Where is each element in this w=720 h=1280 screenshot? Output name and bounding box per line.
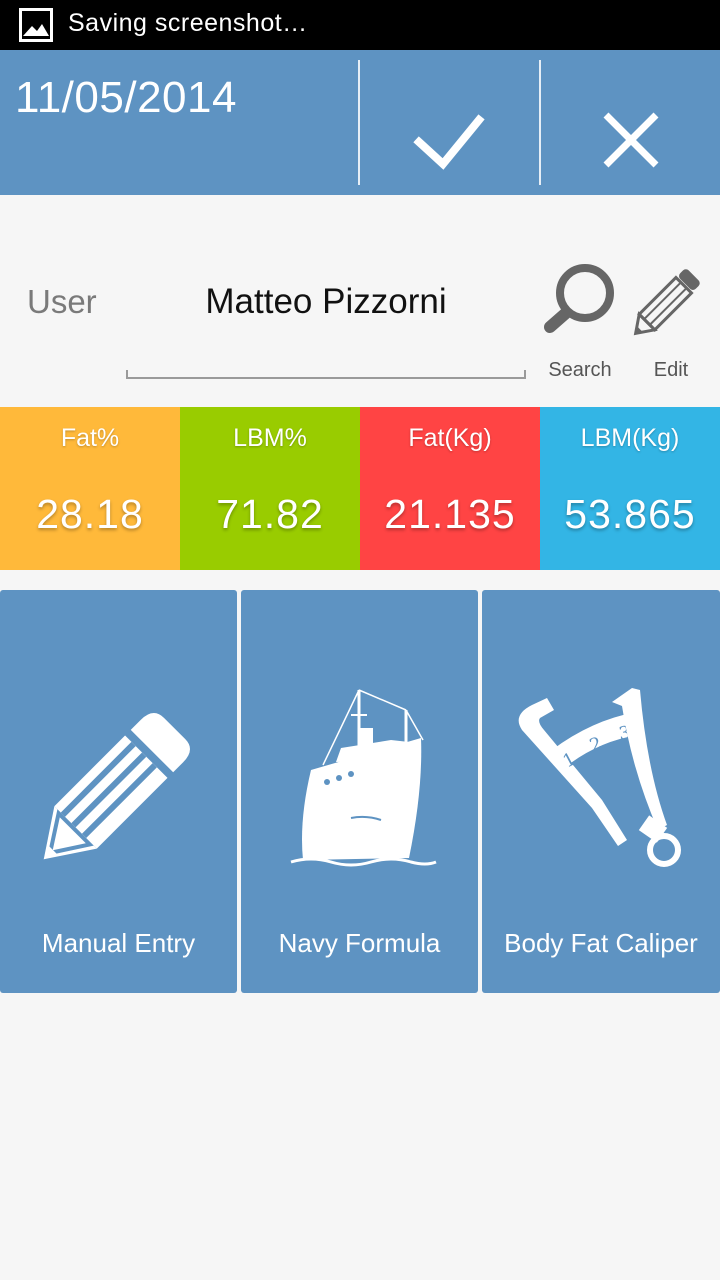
stat-fat-kg: Fat(Kg) 21.135: [360, 407, 540, 570]
stat-value: 71.82: [216, 491, 324, 537]
stat-label: Fat(Kg): [408, 424, 492, 452]
user-field-underline: [126, 370, 526, 379]
status-bar: Saving screenshot…: [0, 0, 720, 50]
search-button[interactable]: Search: [540, 255, 620, 385]
check-icon: [413, 114, 485, 170]
stat-label: LBM%: [233, 424, 307, 452]
edit-button[interactable]: Edit: [628, 255, 714, 385]
stat-label: LBM(Kg): [580, 424, 680, 452]
stat-value: 53.865: [564, 491, 696, 537]
stat-value: 21.135: [384, 491, 516, 537]
confirm-button[interactable]: [361, 50, 539, 195]
method-label: Body Fat Caliper: [504, 928, 698, 958]
user-name-field[interactable]: Matteo Pizzorni: [127, 282, 525, 322]
stat-lbm-kg: LBM(Kg) 53.865: [540, 407, 720, 570]
body-fat-caliper-button[interactable]: 1 2 3 Body Fat Caliper: [482, 590, 720, 993]
ship-icon: [290, 689, 437, 867]
method-label: Navy Formula: [278, 928, 441, 958]
date-title[interactable]: 11/05/2014: [15, 73, 237, 123]
magnifier-icon: [544, 264, 614, 333]
stat-label: Fat%: [60, 424, 120, 452]
caliper-icon: 1 2 3: [518, 688, 681, 867]
cancel-button[interactable]: [541, 50, 720, 195]
manual-entry-button[interactable]: Manual Entry: [0, 590, 237, 993]
status-text: Saving screenshot…: [68, 9, 308, 37]
stat-fat-percent: Fat% 28.18: [0, 407, 180, 570]
stat-value: 28.18: [36, 491, 144, 537]
method-label: Manual Entry: [41, 928, 196, 958]
navy-formula-button[interactable]: Navy Formula: [241, 590, 478, 993]
user-label: User: [27, 283, 97, 320]
action-divider: [358, 60, 360, 185]
image-icon: [19, 8, 53, 42]
stat-lbm-percent: LBM% 71.82: [180, 407, 360, 570]
edit-caption: Edit: [653, 359, 689, 381]
stats-row: Fat% 28.18 LBM% 71.82 Fat(Kg) 21.135 LBM…: [0, 407, 720, 570]
pencil-icon: [633, 269, 700, 336]
close-icon: [603, 112, 659, 168]
pencil-icon: [43, 713, 190, 860]
search-caption: Search: [548, 359, 612, 381]
